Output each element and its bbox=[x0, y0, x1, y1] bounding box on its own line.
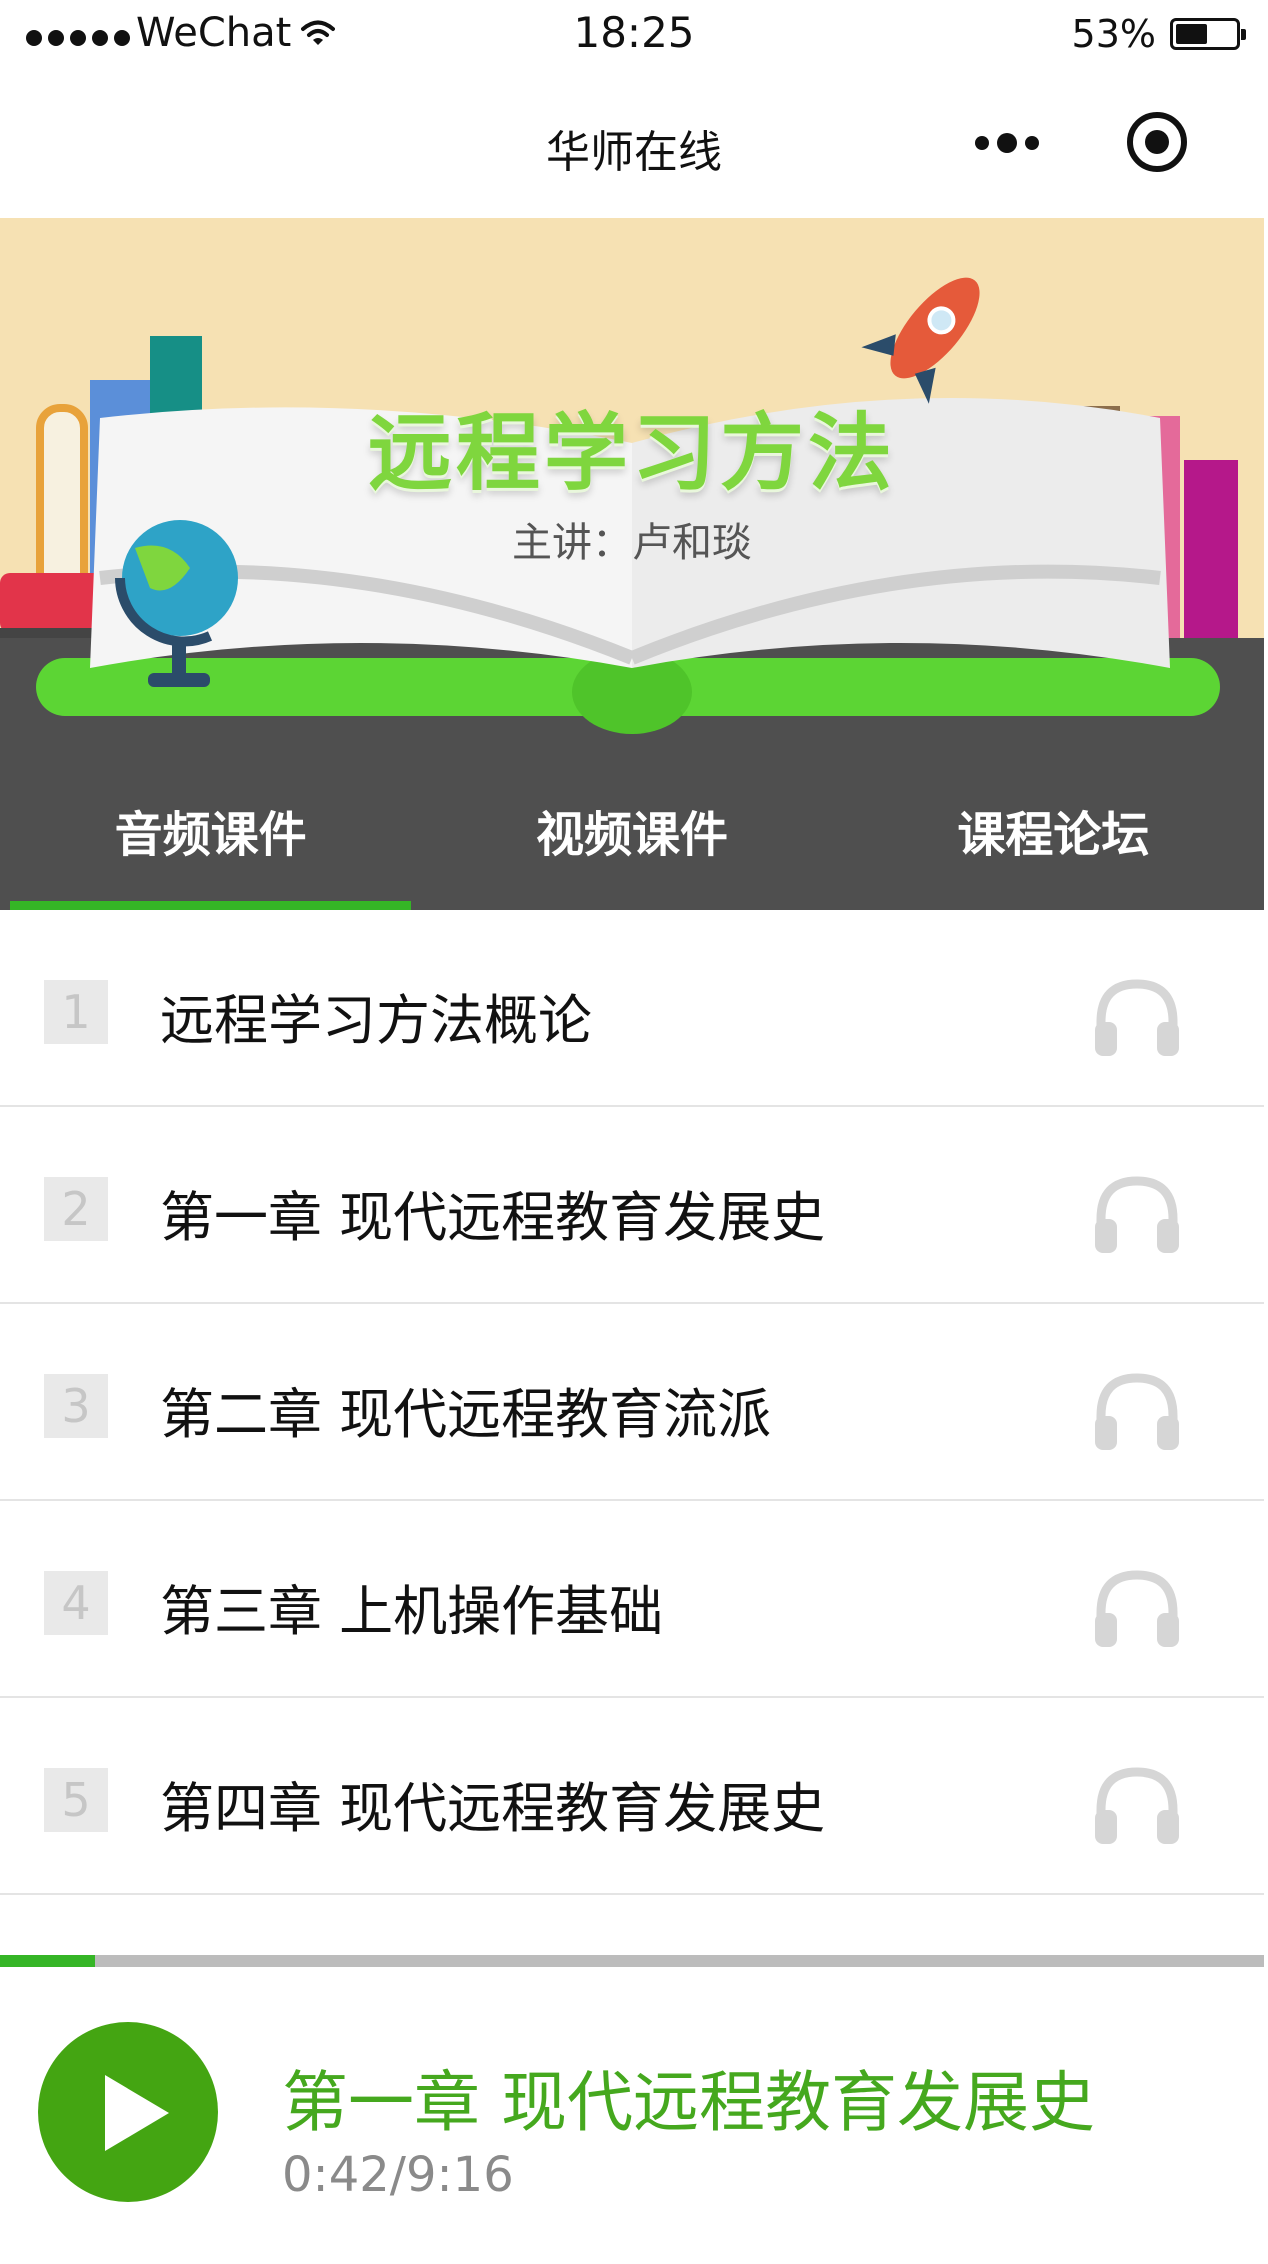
list-item[interactable]: 4 第三章 上机操作基础 bbox=[0, 1501, 1264, 1698]
playback-time: 0:42/9:16 bbox=[282, 2147, 514, 2203]
rocket-icon bbox=[861, 277, 980, 404]
list-item[interactable]: 1 远程学习方法概论 bbox=[0, 910, 1264, 1107]
tab-video-courseware[interactable]: 视频课件 bbox=[421, 760, 842, 910]
headphones-icon[interactable] bbox=[1093, 978, 1181, 1056]
lesson-title: 远程学习方法概论 bbox=[160, 989, 592, 1052]
status-bar: WeChat 18:25 53% bbox=[0, 0, 1268, 68]
list-item[interactable]: 2 第一章 现代远程教育发展史 bbox=[0, 1107, 1264, 1304]
lesson-number: 1 bbox=[44, 980, 108, 1044]
headphones-icon[interactable] bbox=[1093, 1175, 1181, 1253]
app-screen: WeChat 18:25 53% 华师在线 远程学习方法 主讲：卢和琰 音频课件… bbox=[0, 0, 1268, 2264]
lesson-title: 第四章 现代远程教育发展史 bbox=[160, 1777, 826, 1840]
audio-player: 第一章 现代远程教育发展史 0:42/9:16 bbox=[0, 1967, 1264, 2264]
tab-course-forum[interactable]: 课程论坛 bbox=[843, 760, 1264, 910]
headphones-icon[interactable] bbox=[1093, 1569, 1181, 1647]
lesson-number: 4 bbox=[44, 1571, 108, 1635]
tab-audio-courseware[interactable]: 音频课件 bbox=[0, 760, 421, 910]
close-miniprogram-icon[interactable] bbox=[1127, 112, 1187, 172]
now-playing-title: 第一章 现代远程教育发展史 bbox=[282, 2064, 1095, 2141]
course-lecturer: 主讲：卢和琰 bbox=[512, 520, 752, 566]
lesson-title: 第二章 现代远程教育流派 bbox=[160, 1383, 772, 1446]
course-title: 远程学习方法 bbox=[367, 404, 896, 502]
lesson-title: 第三章 上机操作基础 bbox=[160, 1580, 664, 1643]
navigation-bar: 华师在线 bbox=[0, 68, 1268, 218]
battery-percent: 53% bbox=[1071, 12, 1156, 56]
lesson-number: 5 bbox=[44, 1768, 108, 1832]
playback-progress-fill bbox=[0, 1955, 95, 1967]
lesson-list: 1 远程学习方法概论 2 第一章 现代远程教育发展史 3 第二章 现代远程教育流… bbox=[0, 910, 1264, 1895]
headphones-icon[interactable] bbox=[1093, 1766, 1181, 1844]
list-item[interactable]: 3 第二章 现代远程教育流派 bbox=[0, 1304, 1264, 1501]
headphones-icon[interactable] bbox=[1093, 1372, 1181, 1450]
battery-group: 53% bbox=[1071, 12, 1246, 56]
play-icon[interactable] bbox=[38, 2022, 218, 2202]
lesson-number: 2 bbox=[44, 1177, 108, 1241]
more-menu-icon[interactable] bbox=[975, 130, 1047, 154]
page-title: 华师在线 bbox=[546, 127, 722, 178]
lesson-number: 3 bbox=[44, 1374, 108, 1438]
battery-icon bbox=[1170, 18, 1246, 50]
list-item[interactable]: 5 第四章 现代远程教育发展史 bbox=[0, 1698, 1264, 1895]
course-banner: 远程学习方法 主讲：卢和琰 音频课件 视频课件 课程论坛 bbox=[0, 218, 1264, 910]
lesson-title: 第一章 现代远程教育发展史 bbox=[160, 1186, 826, 1249]
playback-progress-bar[interactable] bbox=[0, 1955, 1264, 1967]
course-tabs: 音频课件 视频课件 课程论坛 bbox=[0, 760, 1264, 910]
